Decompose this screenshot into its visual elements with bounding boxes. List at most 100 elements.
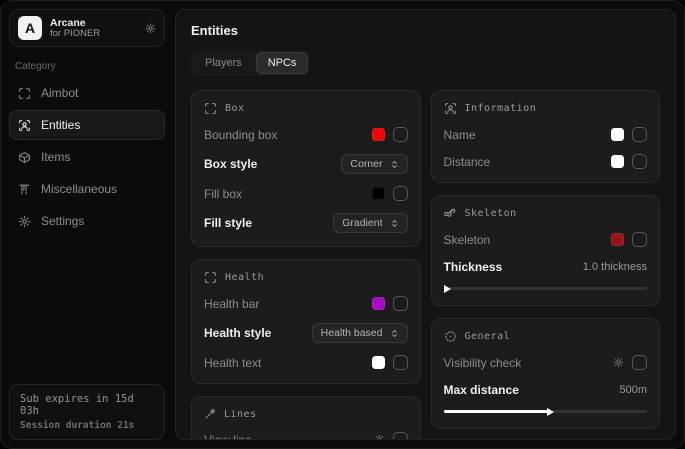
health-bar-row: Health bar [204, 296, 408, 311]
name-checkbox[interactable] [632, 127, 647, 142]
visibility-check-row: Visibility check [444, 355, 648, 370]
chevrons-up-down-icon [390, 219, 399, 228]
tab-npcs[interactable]: NPCs [256, 52, 309, 74]
pencil-line-icon [204, 408, 216, 420]
fill-style-dropdown[interactable]: Gradient [333, 213, 407, 233]
slider-fill [444, 410, 550, 413]
row-label: Skeleton [444, 233, 491, 247]
card-title: Lines [224, 409, 257, 420]
dropdown-value: Health based [321, 327, 383, 339]
card-title: Box [225, 103, 245, 114]
sidebar-item-label: Settings [41, 214, 84, 228]
main-panel: Entities Players NPCs Box Bounding box [175, 9, 676, 440]
view-line-settings-gear-icon[interactable] [374, 434, 385, 440]
app-window: A Arcane for PIONER Category Aimbot Enti… [0, 0, 685, 449]
row-label: View line [204, 433, 252, 441]
thickness-row: Thickness 1.0 thickness [444, 259, 648, 274]
brand-card: A Arcane for PIONER [9, 9, 165, 47]
information-card: Information Name Distance [431, 90, 661, 183]
thickness-slider[interactable] [444, 284, 648, 292]
miscellaneous-icon [18, 183, 31, 196]
sidebar-item-label: Miscellaneous [41, 182, 117, 196]
visibility-settings-gear-icon[interactable] [613, 357, 624, 368]
brand-title: Arcane [50, 17, 137, 29]
health-style-dropdown[interactable]: Health based [312, 323, 408, 343]
slider-track [444, 287, 648, 290]
sidebar-item-entities[interactable]: Entities [9, 110, 165, 140]
category-label: Category [15, 61, 159, 72]
fill-box-row: Fill box [204, 186, 408, 201]
card-title: Health [225, 272, 264, 283]
gear-icon [18, 215, 31, 228]
sub-expiry-text: Sub expires in 15d 03h [20, 393, 154, 417]
health-style-row: Health style Health based [204, 323, 408, 343]
color-swatch[interactable] [611, 128, 624, 141]
information-icon [444, 102, 457, 115]
session-duration-text: Session duration 21s [20, 420, 154, 431]
brand-text: Arcane for PIONER [50, 17, 137, 40]
box-card: Box Bounding box Box style Corner [191, 90, 421, 247]
card-title: Information [465, 103, 537, 114]
fill-box-checkbox[interactable] [393, 186, 408, 201]
row-label: Health style [204, 326, 271, 340]
sidebar-item-label: Entities [41, 118, 80, 132]
fill-style-row: Fill style Gradient [204, 213, 408, 233]
sidebar-item-aimbot[interactable]: Aimbot [9, 78, 165, 108]
focus-icon [444, 330, 457, 343]
sidebar-item-label: Aimbot [41, 86, 78, 100]
sidebar-item-miscellaneous[interactable]: Miscellaneous [9, 174, 165, 204]
row-label: Fill style [204, 216, 252, 230]
bounding-box-checkbox[interactable] [393, 127, 408, 142]
color-swatch[interactable] [372, 187, 385, 200]
row-label: Health text [204, 356, 261, 370]
health-card: Health Health bar Health style Health ba… [191, 259, 421, 384]
dropdown-value: Corner [350, 158, 382, 170]
chevrons-up-down-icon [390, 160, 399, 169]
package-icon [18, 151, 31, 164]
skeleton-row: Skeleton [444, 232, 648, 247]
max-distance-slider[interactable] [444, 407, 648, 415]
color-swatch[interactable] [611, 233, 624, 246]
dropdown-value: Gradient [342, 217, 382, 229]
view-line-checkbox[interactable] [393, 432, 408, 440]
aimbot-icon [18, 87, 31, 100]
row-label: Distance [444, 155, 491, 169]
bounding-box-row: Bounding box [204, 127, 408, 142]
skeleton-checkbox[interactable] [632, 232, 647, 247]
row-label: Box style [204, 157, 257, 171]
visibility-check-checkbox[interactable] [632, 355, 647, 370]
color-swatch[interactable] [372, 297, 385, 310]
sidebar-item-label: Items [41, 150, 70, 164]
entity-tabs: Players NPCs [191, 50, 310, 76]
sidebar-item-items[interactable]: Items [9, 142, 165, 172]
page-title: Entities [191, 23, 660, 38]
sidebar-item-settings[interactable]: Settings [9, 206, 165, 236]
color-swatch[interactable] [372, 356, 385, 369]
color-swatch[interactable] [372, 128, 385, 141]
slider-handle[interactable] [444, 285, 451, 293]
name-row: Name [444, 127, 648, 142]
card-title: General [465, 331, 511, 342]
row-label: Health bar [204, 297, 259, 311]
entities-icon [18, 119, 31, 132]
skeleton-card: Skeleton Skeleton Thickness 1.0 thicknes… [431, 195, 661, 306]
thickness-value: 1.0 thickness [583, 261, 647, 273]
tab-players[interactable]: Players [193, 52, 254, 74]
slider-handle[interactable] [547, 408, 554, 416]
row-label: Fill box [204, 187, 242, 201]
color-swatch[interactable] [611, 155, 624, 168]
box-style-dropdown[interactable]: Corner [341, 154, 407, 174]
lines-card: Lines View line Line to enemy [191, 396, 421, 440]
view-line-row: View line [204, 432, 408, 440]
health-bar-checkbox[interactable] [393, 296, 408, 311]
row-label: Visibility check [444, 356, 522, 370]
settings-gear-icon[interactable] [145, 23, 156, 34]
distance-row: Distance [444, 154, 648, 169]
max-distance-value: 500m [619, 384, 647, 396]
max-distance-row: Max distance 500m [444, 382, 648, 397]
distance-checkbox[interactable] [632, 154, 647, 169]
box-icon [204, 102, 217, 115]
health-text-checkbox[interactable] [393, 355, 408, 370]
row-label: Thickness [444, 260, 503, 274]
health-text-row: Health text [204, 355, 408, 370]
